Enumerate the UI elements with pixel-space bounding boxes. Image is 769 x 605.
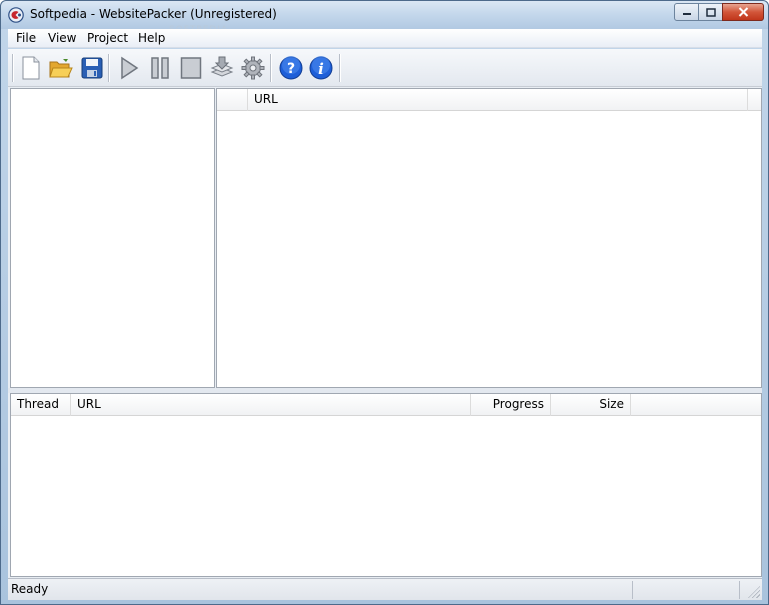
resize-grip[interactable] — [748, 586, 760, 598]
toolbar-separator — [270, 54, 272, 82]
svg-text:?: ? — [287, 61, 295, 77]
column-header-url[interactable]: URL — [71, 394, 471, 416]
stop-icon — [180, 57, 202, 79]
column-header-progress[interactable]: Progress — [471, 394, 551, 416]
stop-button[interactable] — [179, 56, 203, 80]
url-list-header: URL — [217, 89, 761, 111]
status-bar: Ready — [8, 578, 762, 600]
close-button[interactable] — [722, 3, 764, 21]
column-header-url[interactable]: URL — [248, 89, 748, 111]
save-project-button[interactable] — [80, 56, 104, 80]
maximize-icon — [705, 7, 716, 17]
settings-button[interactable] — [241, 56, 265, 80]
help-button[interactable]: ? — [279, 56, 303, 80]
toolbar-separator — [108, 54, 110, 82]
save-icon — [81, 57, 103, 79]
svg-text:i: i — [318, 60, 324, 78]
thread-list-header: Thread URL Progress Size — [11, 394, 761, 416]
pause-button[interactable] — [148, 56, 172, 80]
help-icon: ? — [279, 56, 303, 80]
menu-bar: File View Project Help — [8, 29, 762, 48]
project-tree-panel[interactable] — [10, 88, 215, 388]
close-icon — [738, 7, 748, 17]
new-project-button[interactable] — [19, 56, 43, 80]
play-icon — [121, 56, 139, 80]
download-pages-icon — [210, 56, 234, 77]
start-button[interactable] — [117, 56, 141, 80]
window-title: Softpedia - WebsitePacker (Unregistered) — [30, 7, 277, 21]
url-list-panel[interactable]: URL — [216, 88, 762, 388]
toolbar-separator — [12, 54, 14, 82]
open-folder-icon — [49, 59, 73, 78]
window-controls — [674, 3, 764, 21]
settings-gear-icon — [241, 56, 265, 80]
app-window: Softpedia - WebsitePacker (Unregistered)… — [0, 0, 769, 605]
menu-help[interactable]: Help — [138, 31, 165, 45]
status-panel-main — [8, 581, 633, 599]
toolbar-separator — [339, 54, 341, 82]
toolbar: ? i — [8, 49, 762, 87]
client-area: URL Thread URL Progress Size — [8, 87, 762, 578]
menu-project[interactable]: Project — [87, 31, 128, 45]
menu-file[interactable]: File — [16, 31, 36, 45]
minimize-icon — [682, 13, 691, 15]
column-header-blank[interactable] — [217, 89, 248, 111]
app-logo-icon — [8, 7, 24, 23]
maximize-button[interactable] — [698, 3, 723, 21]
column-header-size[interactable]: Size — [551, 394, 631, 416]
new-document-icon — [22, 56, 40, 80]
status-panel-secondary — [633, 581, 740, 599]
title-bar[interactable]: Softpedia - WebsitePacker (Unregistered)… — [1, 1, 768, 35]
thread-list-panel[interactable]: Thread URL Progress Size — [10, 393, 762, 577]
download-pages-button[interactable] — [210, 56, 234, 80]
about-button[interactable]: i — [309, 56, 333, 80]
open-project-button[interactable] — [49, 56, 73, 80]
column-header-thread[interactable]: Thread — [11, 394, 71, 416]
minimize-button[interactable] — [674, 3, 699, 21]
menu-view[interactable]: View — [48, 31, 76, 45]
pause-icon — [151, 57, 169, 79]
info-icon: i — [309, 56, 333, 80]
